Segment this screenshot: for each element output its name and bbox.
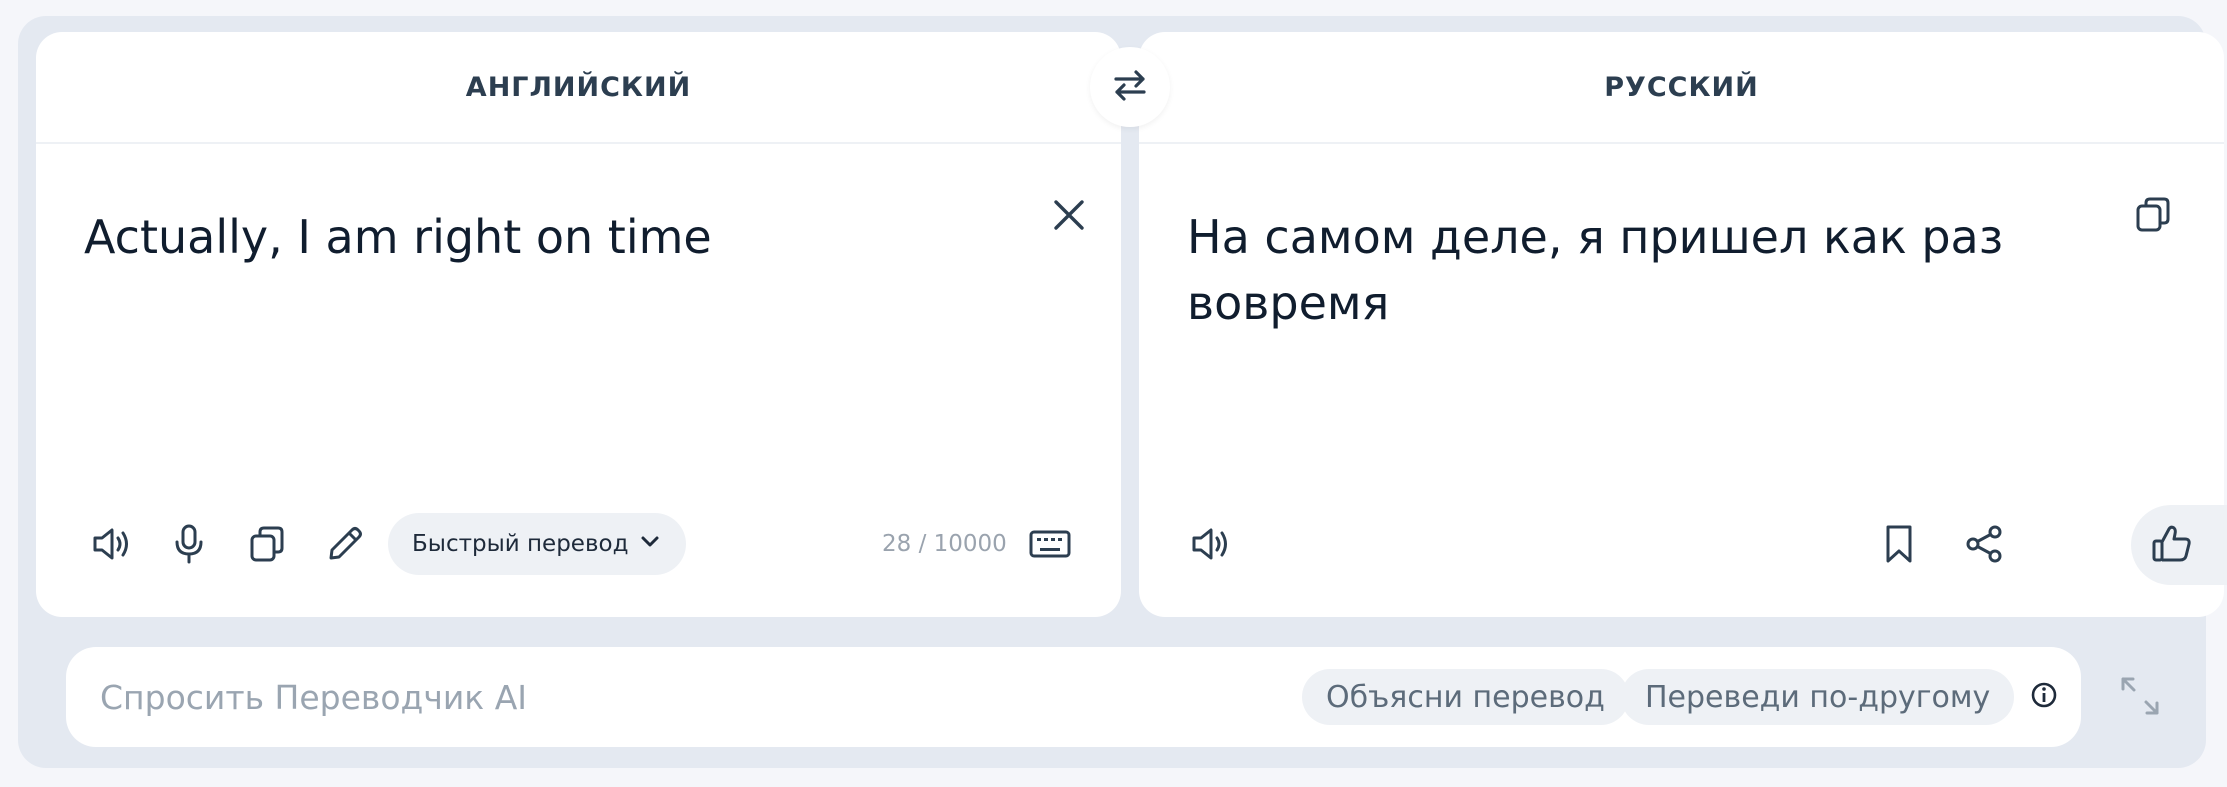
thumbs-up-icon <box>2149 521 2195 567</box>
source-text-input[interactable]: Actually, I am right on time <box>84 204 984 270</box>
virtual-keyboard-button[interactable] <box>1020 514 1080 574</box>
explain-translation-chip[interactable]: Объясни перевод <box>1302 669 1629 725</box>
dislike-button[interactable] <box>2220 514 2227 574</box>
voice-input-button[interactable] <box>159 514 219 574</box>
target-header: РУССКИЙ <box>1139 32 2224 144</box>
pencil-icon <box>322 521 368 567</box>
expand-button[interactable] <box>2110 668 2170 728</box>
edit-button[interactable] <box>315 514 375 574</box>
translation-listen-button[interactable] <box>1181 514 1241 574</box>
character-counter: 28 / 10000 <box>882 531 1007 557</box>
swap-languages-button[interactable] <box>1090 47 1170 127</box>
target-language-selector[interactable]: РУССКИЙ <box>1604 72 1759 103</box>
ai-assistant-bar: Объясни перевод Переведи по-другому <box>66 647 2081 747</box>
ai-info-button[interactable] <box>2024 677 2064 717</box>
speaker-icon <box>1188 521 1234 567</box>
share-icon <box>1961 521 2007 567</box>
source-listen-button[interactable] <box>82 514 142 574</box>
ai-question-input[interactable] <box>100 667 1200 727</box>
source-language-selector[interactable]: АНГЛИЙСКИЙ <box>466 72 691 103</box>
info-icon <box>2029 680 2059 714</box>
translation-copy-button[interactable] <box>2124 185 2184 245</box>
target-panel: РУССКИЙ На самом деле, я пришел как раз … <box>1139 32 2227 617</box>
close-icon <box>1049 195 1089 235</box>
like-button[interactable] <box>2142 514 2202 574</box>
translator-container: АНГЛИЙСКИЙ Actually, I am right on time <box>18 16 2227 768</box>
source-copy-button[interactable] <box>237 514 297 574</box>
swap-arrows-icon <box>1110 65 1150 109</box>
bookmark-button[interactable] <box>1869 514 1929 574</box>
share-button[interactable] <box>1954 514 2014 574</box>
microphone-icon <box>166 521 212 567</box>
copy-icon <box>2132 193 2176 237</box>
translation-output: На самом деле, я пришел как раз вовремя <box>1187 210 2004 330</box>
source-panel: АНГЛИЙСКИЙ Actually, I am right on time <box>36 32 1121 617</box>
rephrase-translation-chip[interactable]: Переведи по-другому <box>1621 669 2015 725</box>
expand-icon <box>2117 673 2163 723</box>
copy-icon <box>244 521 290 567</box>
clear-button[interactable] <box>1039 185 1099 245</box>
keyboard-icon <box>1028 522 1072 566</box>
bookmark-icon <box>1876 521 1922 567</box>
translation-mode-label: Быстрый перевод <box>412 531 629 557</box>
speaker-icon <box>89 521 135 567</box>
translation-mode-select[interactable]: Быстрый перевод <box>388 513 687 575</box>
chevron-down-icon <box>638 529 662 559</box>
source-header: АНГЛИЙСКИЙ <box>36 32 1121 144</box>
